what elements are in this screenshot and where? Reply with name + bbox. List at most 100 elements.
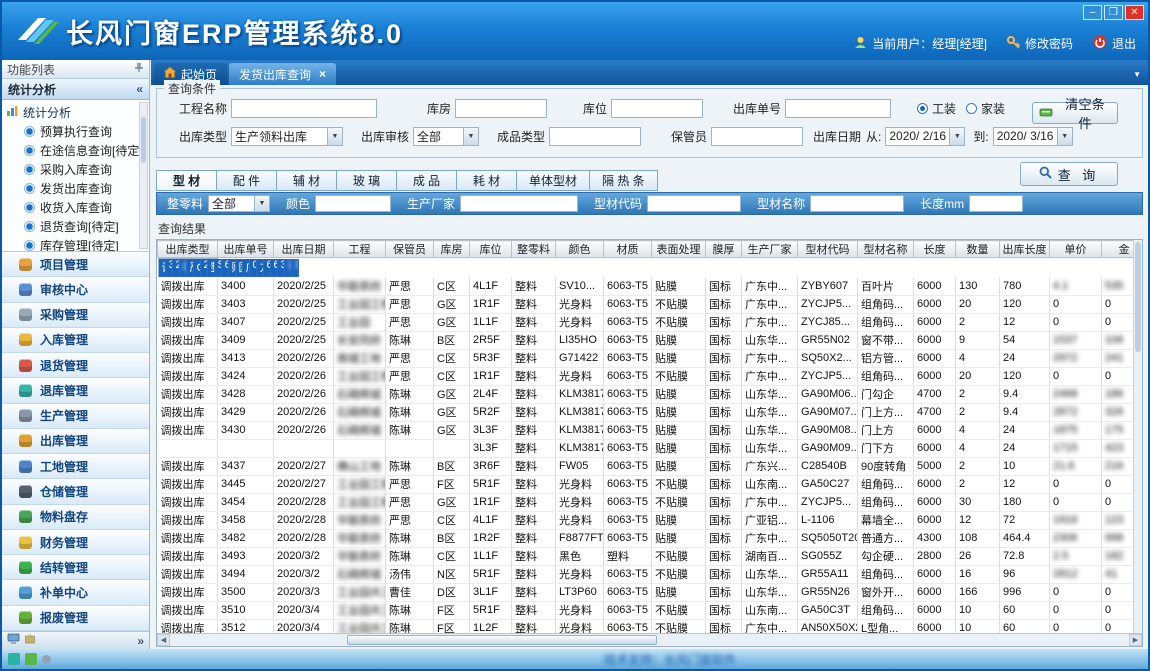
manufacturer-input[interactable] bbox=[460, 195, 578, 212]
keeper-input[interactable] bbox=[711, 127, 803, 146]
material-tab-5[interactable]: 成 品 bbox=[396, 170, 456, 191]
tree-item[interactable]: 采购入库查询 bbox=[6, 160, 149, 179]
column-header[interactable]: 表面处理 bbox=[652, 241, 706, 258]
warehouse-input[interactable] bbox=[455, 99, 547, 118]
horizontal-scrollbar[interactable]: ◀ ▶ bbox=[157, 633, 1142, 646]
sidebar-module-10[interactable]: 仓储管理 bbox=[2, 479, 149, 504]
column-header[interactable]: 生产厂家 bbox=[742, 241, 798, 258]
column-header[interactable]: 出库长度 bbox=[1000, 241, 1050, 258]
color-input[interactable] bbox=[315, 195, 391, 212]
table-row[interactable]: 调拨出库35122020/3/4工业园共工程陈琳F区1L2F整料光身料6063-… bbox=[158, 619, 1143, 633]
scroll-left-icon[interactable]: ◀ bbox=[157, 634, 170, 646]
column-header[interactable]: 型材名称 bbox=[858, 241, 914, 258]
material-tab-2[interactable]: 配 件 bbox=[216, 170, 276, 191]
status-teal-icon[interactable] bbox=[8, 653, 20, 665]
tree-item[interactable]: 在途信息查询[待定] bbox=[6, 141, 149, 160]
column-header[interactable]: 数量 bbox=[956, 241, 1000, 258]
tab-shipment-outbound-query[interactable]: 发货出库查询 × bbox=[229, 63, 336, 85]
table-row[interactable]: 调拨出库34002020/2/25华联原府严思C区4L1F整料SV10...60… bbox=[158, 277, 1143, 295]
location-input[interactable] bbox=[611, 99, 703, 118]
maximize-button[interactable]: ❒ bbox=[1104, 5, 1123, 20]
table-row[interactable]: 调拨出库34542020/2/28工业园工程严思G区1R1F整料光身料6063-… bbox=[158, 493, 1143, 511]
tree-item[interactable]: 收货入库查询 bbox=[6, 198, 149, 217]
table-row[interactable]: 调拨出库35002020/3/3工业园共工程曹佳D区3L1F整料LT3P6060… bbox=[158, 583, 1143, 601]
table-row[interactable]: 调拨出库34132020/2/26南城工地严思C区5R3F整料G71422606… bbox=[158, 349, 1143, 367]
tree-item[interactable]: 退货查询[待定] bbox=[6, 217, 149, 236]
outbound-audit-select[interactable]: 全部▼ bbox=[413, 127, 479, 146]
table-row[interactable]: 调拨出库34822020/2/28华联原府陈琳B区1R2F整料F8877FT60… bbox=[158, 529, 1143, 547]
sidebar-module-15[interactable]: 报废管理 bbox=[2, 606, 149, 631]
sidebar-module-3[interactable]: 采购管理 bbox=[2, 303, 149, 328]
column-header[interactable]: 出库日期 bbox=[274, 241, 334, 258]
material-tab-8[interactable]: 隔 热 条 bbox=[589, 170, 658, 191]
monitor-icon[interactable] bbox=[7, 633, 20, 648]
column-header[interactable]: 长度 bbox=[914, 241, 956, 258]
column-header[interactable]: 出库单号 bbox=[218, 241, 274, 258]
table-row[interactable]: 调拨出库34372020/2/27佛山工地陈琳B区3R6F整料FW056063-… bbox=[158, 457, 1143, 475]
column-header[interactable]: 库位 bbox=[470, 241, 512, 258]
sidebar-module-4[interactable]: 入库管理 bbox=[2, 328, 149, 353]
table-row[interactable]: 调拨出库34072020/2/25工业园严思G区1L1F整料光身料6063-T5… bbox=[158, 313, 1143, 331]
tree-item[interactable]: 预算执行查询 bbox=[6, 122, 149, 141]
whole-part-select[interactable]: 全部▼ bbox=[208, 195, 270, 212]
search-button[interactable]: 查 询 bbox=[1020, 162, 1118, 186]
sidebar-module-2[interactable]: 审核中心 bbox=[2, 277, 149, 302]
sidebar-module-8[interactable]: 出库管理 bbox=[2, 429, 149, 454]
vertical-scrollbar[interactable] bbox=[1133, 240, 1142, 633]
project-name-input[interactable] bbox=[231, 99, 377, 118]
product-type-input[interactable] bbox=[549, 127, 641, 146]
column-header[interactable]: 库房 bbox=[434, 241, 470, 258]
change-password-link[interactable]: 修改密码 bbox=[1007, 35, 1073, 52]
sidebar-module-11[interactable]: 物料盘存 bbox=[2, 505, 149, 530]
material-tab-6[interactable]: 耗 材 bbox=[456, 170, 516, 191]
table-row[interactable]: 调拨出库34302020/2/26石碣辉城陈琳G区3L3F整料KLM381760… bbox=[158, 421, 1143, 439]
material-tab-1[interactable]: 型 材 bbox=[156, 170, 216, 191]
sidebar-module-7[interactable]: 生产管理 bbox=[2, 404, 149, 429]
outbound-type-select[interactable]: 生产领料出库▼ bbox=[231, 127, 343, 146]
status-green-icon[interactable] bbox=[25, 653, 37, 665]
material-tab-7[interactable]: 单体型材 bbox=[516, 170, 589, 191]
close-button[interactable]: ✕ bbox=[1125, 5, 1144, 20]
sidebar-module-1[interactable]: 项目管理 bbox=[2, 252, 149, 277]
table-row[interactable]: 调拨出库35102020/3/4工业园共工程陈琳F区5R1F整料光身料6063-… bbox=[158, 601, 1143, 619]
table-row[interactable]: 调拨出库34032020/2/25工业园工程严思G区1R1F整料光身料6063-… bbox=[158, 295, 1143, 313]
table-row[interactable]: 调拨出库34092020/2/25长安同府陈琳B区2R5F整料LI35HO606… bbox=[158, 331, 1143, 349]
minimize-button[interactable]: – bbox=[1083, 5, 1102, 20]
column-header[interactable]: 膜厚 bbox=[706, 241, 742, 258]
tab-close-icon[interactable]: × bbox=[319, 67, 326, 81]
collapse-icon[interactable]: « bbox=[136, 82, 143, 96]
table-row[interactable]: 调拨出库34282020/2/26石碣辉城陈琳G区2L4F整料KLM381760… bbox=[158, 385, 1143, 403]
column-header[interactable]: 保管员 bbox=[386, 241, 434, 258]
tree-scrollbar[interactable] bbox=[139, 102, 148, 249]
column-header[interactable]: 工程 bbox=[334, 241, 386, 258]
material-tab-4[interactable]: 玻 璃 bbox=[336, 170, 396, 191]
column-header[interactable]: 单价 bbox=[1050, 241, 1102, 258]
sidebar-section-statistics[interactable]: 统计分析 « bbox=[2, 79, 149, 100]
table-row[interactable]: 调拨出库34242020/2/26工业园工程严思C区1R1F整料光身料6063-… bbox=[158, 367, 1143, 385]
tree-item[interactable]: 库存管理[待定] bbox=[6, 236, 149, 252]
length-input[interactable] bbox=[969, 195, 1023, 212]
profile-code-input[interactable] bbox=[647, 195, 741, 212]
sidebar-module-12[interactable]: 财务管理 bbox=[2, 530, 149, 555]
logout-button[interactable]: 退出 bbox=[1093, 35, 1136, 52]
horizontal-scroll-thumb[interactable] bbox=[347, 635, 657, 645]
tree-root-statistics[interactable]: 统计分析 bbox=[6, 103, 149, 122]
column-header[interactable]: 整零料 bbox=[512, 241, 556, 258]
column-header[interactable]: 颜色 bbox=[556, 241, 604, 258]
sidebar-module-9[interactable]: 工地管理 bbox=[2, 454, 149, 479]
profile-name-input[interactable] bbox=[810, 195, 904, 212]
column-header[interactable]: 材质 bbox=[604, 241, 652, 258]
date-to-picker[interactable]: 2020/ 3/16▼ bbox=[993, 127, 1073, 146]
table-row[interactable]: 3L3F整料KLM38176063-T5贴膜国标山东华...GA90M09...… bbox=[158, 439, 1143, 457]
table-row[interactable]: 调拨出库34582020/2/28华联原府严思C区4L1F整料光身料6063-T… bbox=[158, 511, 1143, 529]
sidebar-module-14[interactable]: 补单中心 bbox=[2, 580, 149, 605]
table-row[interactable]: 调拨出库33992020/2/25华联原府严思C区2L1F整料SV10...60… bbox=[158, 258, 218, 277]
pin-icon[interactable] bbox=[134, 62, 144, 76]
clear-conditions-button[interactable]: 清空条件 bbox=[1032, 102, 1118, 124]
sidebar-module-5[interactable]: 退货管理 bbox=[2, 353, 149, 378]
table-row[interactable]: 调拨出库34452020/2/27工业园工程严思F区5R1F整料光身料6063-… bbox=[158, 475, 1143, 493]
table-row[interactable]: 调拨出库34292020/2/26石碣辉城陈琳G区5R2F整料KLM381760… bbox=[158, 403, 1143, 421]
order-no-input[interactable] bbox=[785, 99, 891, 118]
table-row[interactable]: 调拨出库34942020/3/2石碣辉城汤伟N区5R1F整料光身料6063-T5… bbox=[158, 565, 1143, 583]
scroll-right-icon[interactable]: ▶ bbox=[1129, 634, 1142, 646]
